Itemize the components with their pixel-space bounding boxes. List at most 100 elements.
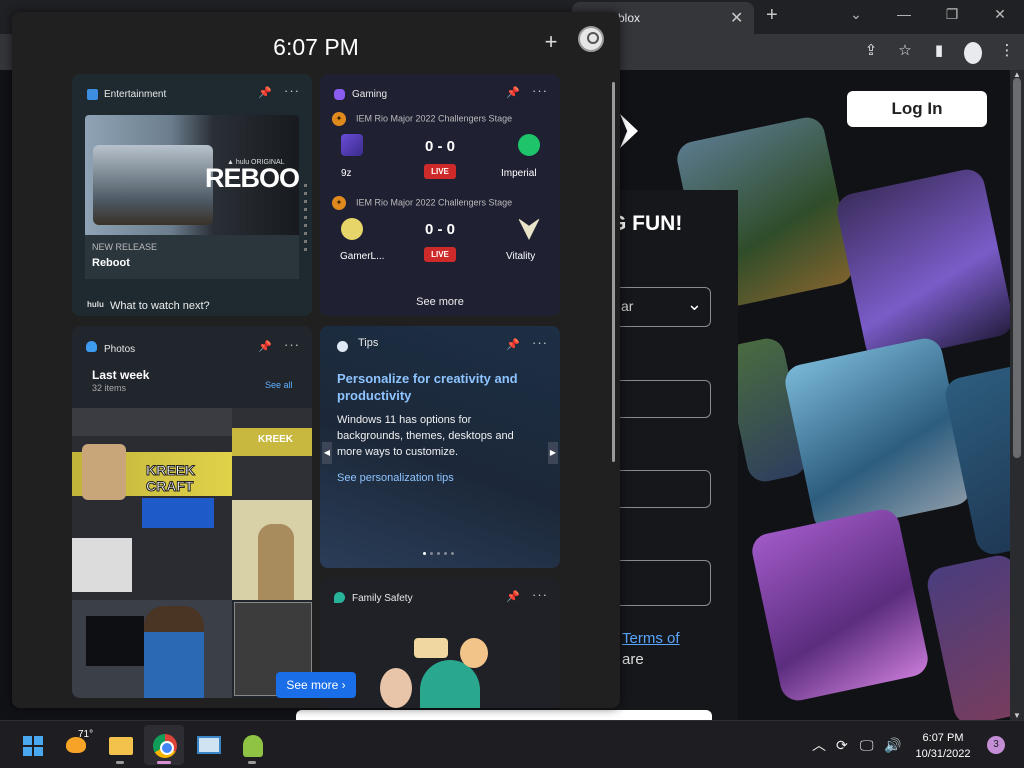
see-more-button[interactable]: See more › — [276, 672, 356, 698]
profile-avatar-icon[interactable] — [964, 42, 982, 64]
widgets-scrollbar[interactable] — [612, 82, 615, 462]
channel-banner: KREEK — [232, 428, 312, 456]
team-vitality-logo-icon — [518, 218, 540, 240]
gaming-see-more-link[interactable]: See more — [320, 296, 560, 308]
reboot-poster[interactable]: ▲ hulu ORIGINAL REBOOT — [85, 115, 299, 235]
widgets-button[interactable]: 71° — [58, 725, 98, 765]
carousel-dot[interactable] — [423, 552, 426, 555]
live-badge: LIVE — [424, 247, 456, 262]
team-9z-logo-icon — [341, 134, 363, 156]
channel-name: KREEK CRAFT — [146, 462, 196, 495]
windows-logo-icon — [23, 736, 43, 756]
signup-heading: G FUN! — [610, 212, 683, 235]
tab-close-icon[interactable]: ✕ — [730, 8, 743, 28]
lightbulb-icon — [337, 341, 348, 352]
tips-body: Windows 11 has options for backgrounds, … — [337, 414, 514, 458]
more-options-icon[interactable]: ··· — [532, 587, 548, 602]
folder-icon — [109, 737, 133, 755]
pin-icon[interactable]: 📌 — [506, 590, 520, 603]
sync-icon[interactable]: ⟳ — [836, 721, 848, 768]
share-icon[interactable]: ⇪ — [862, 40, 880, 62]
see-all-link[interactable]: See all — [265, 380, 293, 390]
match-event: ✦ IEM Rio Major 2022 Challengers Stage — [332, 112, 512, 126]
taskbar-chrome[interactable] — [144, 725, 184, 765]
gamepad-icon — [334, 89, 345, 100]
hulu-logo-icon: hulu — [87, 300, 104, 309]
avatar — [82, 444, 126, 500]
android-icon — [243, 735, 263, 757]
more-options-icon[interactable]: ··· — [284, 337, 300, 352]
year-select-value: ar — [621, 298, 634, 314]
pin-icon[interactable]: 📌 — [506, 86, 520, 99]
browser-screenshot-bar — [72, 408, 232, 436]
pin-icon[interactable]: 📌 — [258, 86, 272, 99]
match-score: 0 - 0 — [424, 138, 455, 155]
add-widget-button[interactable]: + — [534, 26, 568, 60]
carousel-dot[interactable] — [451, 552, 454, 555]
close-button[interactable]: ✕ — [976, 0, 1024, 30]
pin-icon[interactable]: 📌 — [258, 340, 272, 353]
pin-icon[interactable]: 📌 — [506, 338, 520, 351]
chevron-down-icon[interactable]: ⌄ — [832, 0, 880, 30]
start-button[interactable] — [12, 725, 52, 765]
photo-thumbnail[interactable]: KREEK CRAFT — [72, 408, 232, 600]
watch-next-link[interactable]: What to watch next? — [110, 300, 210, 312]
photo-thumbnail[interactable] — [72, 600, 232, 698]
volume-icon[interactable]: 🔊 — [884, 721, 901, 768]
scrollbar-thumb[interactable] — [1013, 78, 1021, 458]
taskbar: 71° ︿ ⟳ 🖵 🔊 6:07 PM 10/31/2022 3 — [0, 720, 1024, 768]
game-tile — [833, 166, 1010, 364]
monitor-photo — [86, 616, 144, 666]
more-options-icon[interactable]: ··· — [284, 83, 300, 98]
photo-thumbnail[interactable] — [232, 500, 312, 600]
more-options-icon[interactable]: ··· — [532, 335, 548, 350]
show-hidden-icons-chevron-icon[interactable]: ︿ — [812, 721, 826, 768]
taskbar-file-explorer[interactable] — [100, 725, 140, 765]
entertainment-widget[interactable]: Entertainment 📌 ··· ▲ hulu ORIGINAL REBO… — [72, 74, 312, 316]
release-kicker: NEW RELEASE — [92, 242, 158, 252]
taskbar-android[interactable] — [232, 725, 272, 765]
tab-title: blox — [618, 11, 641, 25]
side-panel-icon[interactable]: ▮ — [930, 40, 948, 62]
network-icon[interactable]: 🖵 — [860, 721, 874, 768]
tips-widget[interactable]: Tips 📌 ··· Personalize for creativity an… — [320, 326, 560, 568]
carousel-dot[interactable] — [444, 552, 447, 555]
previous-arrow-icon[interactable]: ◀ — [322, 442, 332, 464]
taskbar-clock[interactable]: 6:07 PM 10/31/2022 — [904, 730, 982, 762]
notification-badge[interactable]: 3 — [987, 736, 1005, 754]
carousel-dot[interactable] — [430, 552, 433, 555]
widget-title: Entertainment — [104, 89, 167, 100]
browser-menu-icon[interactable]: ⋮ — [998, 40, 1016, 62]
counter-strike-icon: ✦ — [332, 112, 346, 126]
window-controls: ⌄ — ❐ ✕ — [832, 0, 1024, 30]
maximize-button[interactable]: ❐ — [928, 0, 976, 30]
profile-avatar-icon[interactable] — [578, 26, 604, 52]
personalization-tips-link[interactable]: See personalization tips — [337, 472, 454, 484]
person-photo — [258, 524, 294, 600]
widget-title: Photos — [104, 344, 136, 355]
more-options-icon[interactable]: ··· — [532, 83, 548, 98]
photos-period: Last week — [92, 368, 150, 382]
carousel-dot[interactable] — [437, 552, 440, 555]
page-scrollbar[interactable]: ▲ ▼ — [1010, 70, 1024, 720]
poster-title: REBOOT — [205, 163, 299, 193]
photo-thumbnail[interactable]: KREEK — [232, 408, 312, 500]
gaming-widget[interactable]: Gaming 📌 ··· ✦ IEM Rio Major 2022 Challen… — [320, 74, 560, 316]
family-safety-widget[interactable]: Family Safety 📌 ··· — [320, 578, 560, 708]
video-thumbnail — [72, 538, 132, 592]
login-button[interactable]: Log In — [847, 91, 987, 127]
widgets-clock: 6:07 PM — [273, 34, 359, 60]
game-tile — [782, 335, 974, 535]
taskbar-resource-monitor[interactable] — [188, 725, 228, 765]
terms-link[interactable]: Terms of — [622, 630, 680, 647]
release-info[interactable]: NEW RELEASE Reboot — [85, 235, 299, 279]
team-name: Vitality — [506, 251, 536, 262]
monitor-chart-icon — [197, 736, 221, 754]
chevron-down-icon: ⌄ — [686, 294, 702, 314]
scroll-down-icon[interactable]: ▼ — [1013, 711, 1021, 720]
bookmark-star-icon[interactable]: ☆ — [896, 40, 914, 62]
next-arrow-icon[interactable]: ▶ — [548, 442, 558, 464]
photos-widget[interactable]: Photos 📌 ··· Last week 32 items See all … — [72, 326, 312, 698]
new-tab-button[interactable]: + — [766, 4, 778, 27]
minimize-button[interactable]: — — [880, 0, 928, 30]
